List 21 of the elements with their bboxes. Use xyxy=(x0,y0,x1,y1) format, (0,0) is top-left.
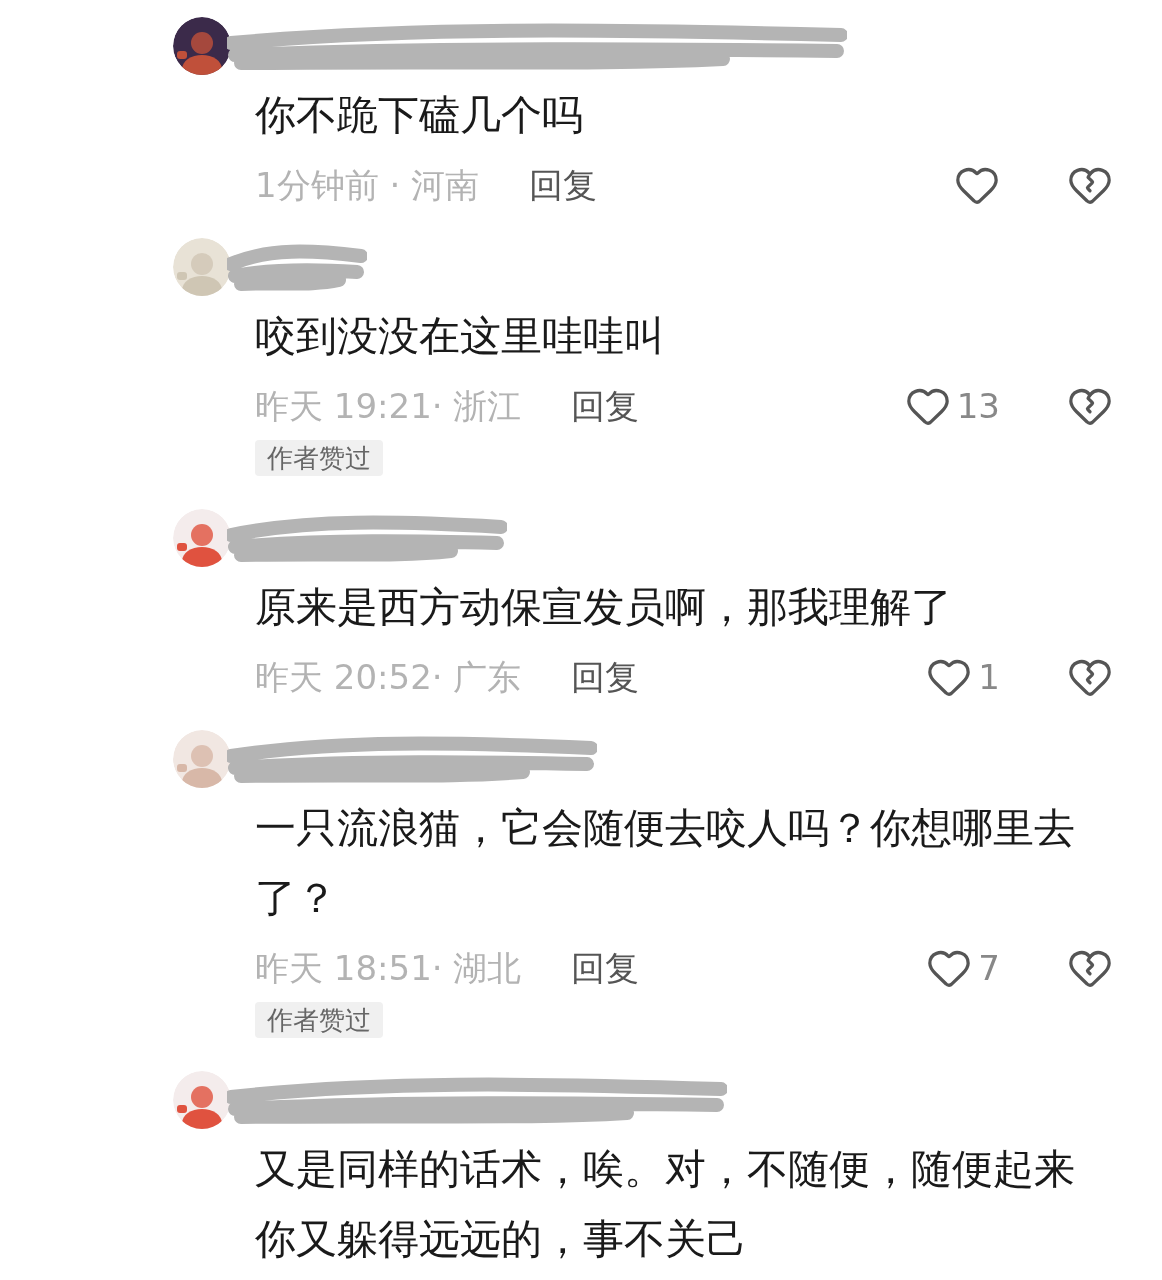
comment-meta: 昨天 19:21· 浙江 xyxy=(255,384,522,428)
like-button[interactable]: 13 xyxy=(904,380,1000,432)
comment-meta: 1分钟前 · 河南 xyxy=(255,163,480,207)
comment-meta: 昨天 18:51· 湖北 xyxy=(255,946,522,990)
like-button[interactable]: 1 xyxy=(926,651,1000,703)
comment-text: 你不跪下磕几个吗 xyxy=(255,90,584,141)
like-count: 7 xyxy=(978,946,1000,990)
like-count: 13 xyxy=(956,384,1000,428)
comment-text: 原来是西方动保宣发员啊，那我理解了 xyxy=(255,582,953,633)
reply-button[interactable]: 回复 xyxy=(571,942,640,994)
reply-button[interactable]: 回复 xyxy=(571,380,640,432)
comment-meta: 昨天 20:52· 广东 xyxy=(255,655,522,699)
author-liked-badge: 作者赞过 xyxy=(255,440,383,476)
reply-button[interactable]: 回复 xyxy=(571,651,640,703)
comment-text: 咬到没没在这里哇哇叫 xyxy=(255,311,666,362)
like-button[interactable]: 7 xyxy=(926,942,1000,994)
comment-text: 一只流浪猫，它会随便去咬人吗？你想哪里去了？ xyxy=(255,803,1076,924)
like-count: 1 xyxy=(978,655,1000,699)
author-liked-badge: 作者赞过 xyxy=(255,1002,383,1038)
reply-button[interactable]: 回复 xyxy=(529,159,598,211)
comment-text: 又是同样的话术，唉。对，不随便，随便起来你又躲得远远的，事不关己 xyxy=(255,1144,1076,1265)
